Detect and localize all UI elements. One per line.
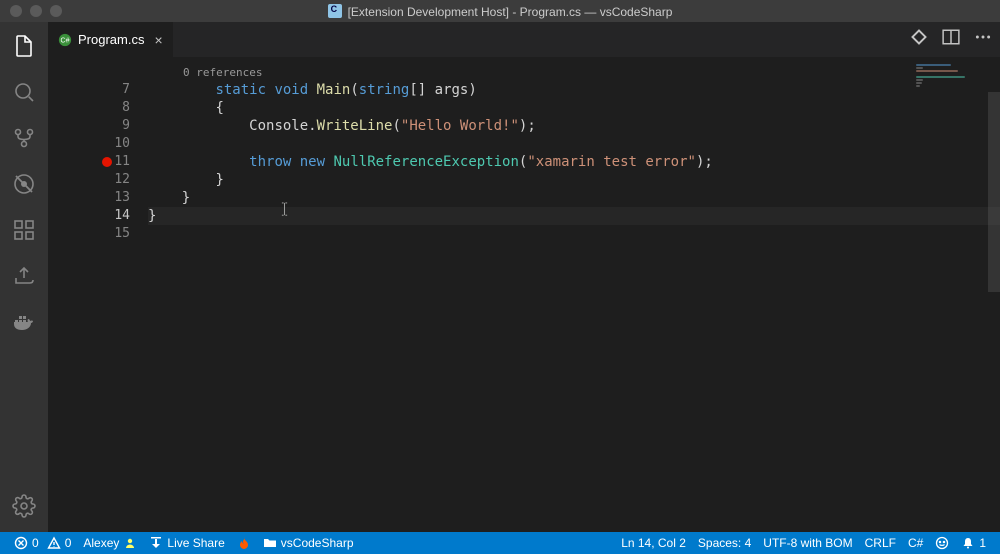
- line-number[interactable]: 8: [48, 99, 148, 117]
- csharp-file-icon: [328, 4, 342, 18]
- explorer-icon[interactable]: [10, 32, 38, 60]
- text-cursor-icon: [281, 202, 288, 216]
- svg-text:C#: C#: [61, 37, 70, 44]
- line-number[interactable]: 12: [48, 171, 148, 189]
- flame-icon: [237, 536, 251, 550]
- settings-gear-icon[interactable]: [10, 492, 38, 520]
- minimize-window-button[interactable]: [30, 5, 42, 17]
- liveshare-icon: [149, 536, 163, 550]
- tab-label: Program.cs: [78, 32, 144, 47]
- search-icon[interactable]: [10, 78, 38, 106]
- status-bar: 0 0 Alexey Live Share vsCodeSharp Ln 14,…: [0, 532, 1000, 554]
- error-icon: [14, 536, 28, 550]
- extensions-icon[interactable]: [10, 216, 38, 244]
- line-number[interactable]: 13: [48, 189, 148, 207]
- warning-icon: [47, 536, 61, 550]
- status-eol[interactable]: CRLF: [859, 532, 902, 554]
- line-number[interactable]: 10: [48, 135, 148, 153]
- editor-area: C# Program.cs × 789101112131415: [48, 22, 1000, 532]
- code-line[interactable]: }: [148, 189, 1000, 207]
- line-gutter: 789101112131415: [48, 57, 148, 532]
- debug-icon[interactable]: [10, 170, 38, 198]
- source-control-icon[interactable]: [10, 124, 38, 152]
- breakpoint-icon[interactable]: [102, 157, 112, 167]
- line-number[interactable]: 15: [48, 225, 148, 243]
- activity-bar: [0, 22, 48, 532]
- more-actions-icon[interactable]: [974, 28, 992, 46]
- code-line[interactable]: static void Main(string[] args): [148, 81, 1000, 99]
- split-editor-icon[interactable]: [942, 28, 960, 46]
- line-number[interactable]: 11: [48, 153, 148, 171]
- status-encoding[interactable]: UTF-8 with BOM: [757, 532, 858, 554]
- code-content[interactable]: 0 references static void Main(string[] a…: [148, 57, 1000, 532]
- line-number[interactable]: 7: [48, 81, 148, 99]
- docker-icon[interactable]: [10, 308, 38, 336]
- smiley-icon: [935, 536, 949, 550]
- code-line[interactable]: }: [148, 207, 1000, 225]
- diff-icon[interactable]: [910, 28, 928, 46]
- title-bar: [Extension Development Host] - Program.c…: [0, 0, 1000, 22]
- status-errors[interactable]: 0 0: [8, 532, 77, 554]
- status-language[interactable]: C#: [902, 532, 929, 554]
- code-line[interactable]: }: [148, 171, 1000, 189]
- line-number[interactable]: 9: [48, 117, 148, 135]
- status-cursor-position[interactable]: Ln 14, Col 2: [615, 532, 692, 554]
- code-editor[interactable]: 789101112131415 0 references static void…: [48, 57, 1000, 532]
- status-user[interactable]: Alexey: [77, 532, 143, 554]
- csharp-file-icon: C#: [58, 33, 72, 47]
- tab-close-icon[interactable]: ×: [154, 32, 162, 48]
- minimap[interactable]: [916, 63, 986, 91]
- folder-icon: [263, 536, 277, 550]
- window-title: [Extension Development Host] - Program.c…: [0, 4, 1000, 19]
- status-feedback[interactable]: [929, 532, 955, 554]
- code-line[interactable]: [148, 135, 1000, 153]
- person-icon: [123, 536, 137, 550]
- editor-toolbar: [910, 28, 992, 46]
- close-window-button[interactable]: [10, 5, 22, 17]
- status-indentation[interactable]: Spaces: 4: [692, 532, 757, 554]
- scrollbar-thumb[interactable]: [988, 92, 1000, 292]
- status-flame[interactable]: [231, 532, 257, 554]
- line-number[interactable]: 14: [48, 207, 148, 225]
- status-liveshare[interactable]: Live Share: [143, 532, 230, 554]
- codelens-references[interactable]: 0 references: [148, 65, 1000, 81]
- tab-program-cs[interactable]: C# Program.cs ×: [48, 22, 174, 57]
- code-line[interactable]: throw new NullReferenceException("xamari…: [148, 153, 1000, 171]
- window-controls: [0, 5, 62, 17]
- status-notifications[interactable]: 1: [955, 532, 992, 554]
- status-folder[interactable]: vsCodeSharp: [257, 532, 360, 554]
- code-line[interactable]: Console.WriteLine("Hello World!");: [148, 117, 1000, 135]
- bell-icon: [961, 536, 975, 550]
- share-icon[interactable]: [10, 262, 38, 290]
- maximize-window-button[interactable]: [50, 5, 62, 17]
- editor-tabs: C# Program.cs ×: [48, 22, 1000, 57]
- code-line[interactable]: {: [148, 99, 1000, 117]
- code-line[interactable]: [148, 225, 1000, 243]
